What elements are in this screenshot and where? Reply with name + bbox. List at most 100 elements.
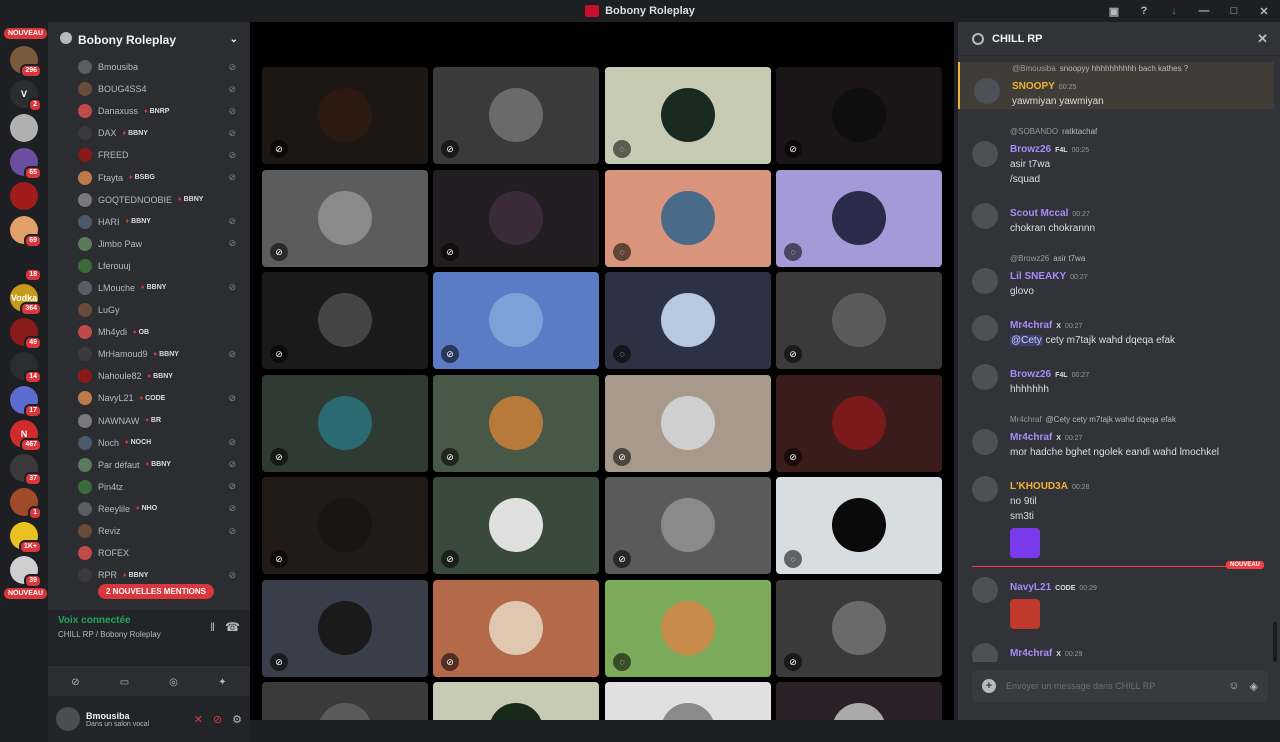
server-icon[interactable]: 1 — [10, 488, 42, 520]
reply-preview[interactable]: @Browz26 asir t7wa — [1010, 252, 1264, 266]
server-icon[interactable]: 14 — [10, 352, 42, 384]
participant-tile[interactable]: ⊘ — [433, 477, 599, 574]
close-window-icon[interactable]: ✕ — [1256, 3, 1272, 19]
author-name[interactable]: NavyL21 — [1010, 582, 1051, 593]
server-icon[interactable]: 17 — [10, 386, 42, 418]
server-icon[interactable]: N 467 — [10, 420, 42, 452]
voice-member[interactable]: Mh4ydi OB — [48, 321, 250, 343]
author-name[interactable]: Browz26 — [1010, 144, 1051, 155]
attach-plus-icon[interactable]: + — [982, 679, 996, 693]
composer-placeholder[interactable]: Envoyer un message dans CHILL RP — [1006, 681, 1155, 691]
server-icon[interactable]: Vodka 364 — [10, 284, 42, 316]
voice-member[interactable]: Noch NOCH ⊘ — [48, 432, 250, 454]
voice-status[interactable]: Voix connectée — [58, 615, 131, 626]
mute-mic-icon[interactable]: ✕ — [194, 713, 203, 726]
deafen-icon[interactable]: ⊘ — [213, 713, 222, 726]
participant-tile[interactable]: ⊘ — [433, 170, 599, 267]
user-name[interactable]: Bmousiba — [86, 711, 149, 721]
voice-member[interactable]: HARI BBNY ⊘ — [48, 211, 250, 233]
server-icon[interactable]: 69 — [10, 216, 42, 248]
avatar[interactable] — [972, 364, 998, 390]
participant-tile[interactable]: ◌ — [605, 580, 771, 677]
author-name[interactable]: Scout Mccal — [1010, 208, 1068, 219]
author-name[interactable]: SNOOPY — [1012, 81, 1055, 92]
server-icon[interactable]: 39 — [10, 556, 42, 588]
avatar[interactable] — [972, 577, 998, 603]
participant-tile[interactable]: ⊘ — [262, 272, 428, 369]
participant-tile[interactable]: ⊘ — [262, 477, 428, 574]
server-icon[interactable]: 1K+ — [10, 522, 42, 554]
avatar[interactable] — [974, 78, 1000, 104]
participant-tile[interactable]: ⊘ — [262, 375, 428, 472]
participant-tile[interactable]: ◌ — [605, 170, 771, 267]
reply-author[interactable]: @Browz26 — [1010, 254, 1049, 263]
participant-tile[interactable]: ⊘ — [776, 375, 942, 472]
avatar[interactable] — [972, 203, 998, 229]
scrollbar[interactable] — [1273, 622, 1277, 662]
sticker-image[interactable] — [1010, 528, 1040, 558]
voice-member[interactable]: Lferouuj — [48, 255, 250, 277]
server-icon[interactable]: 18 — [10, 250, 42, 282]
voice-channel-name[interactable]: CHILL RP / Bobony Roleplay — [58, 630, 161, 639]
voice-member[interactable]: ROFEX — [48, 542, 250, 564]
participant-tile[interactable] — [776, 682, 942, 720]
participant-tile[interactable]: ⊘ — [262, 580, 428, 677]
voice-member[interactable]: Bmousiba ⊘ — [48, 56, 250, 78]
avatar[interactable] — [972, 141, 998, 167]
voice-member[interactable]: Pin4tz ⊘ — [48, 476, 250, 498]
message-composer[interactable]: + Envoyer un message dans CHILL RP ☺ ◈ — [972, 670, 1268, 702]
reply-preview[interactable]: @Bmousiba snoopyy hhhhhhhhhh bach kathes … — [1012, 62, 1264, 76]
voice-member[interactable]: Nahoule82 BBNY — [48, 365, 250, 387]
server-icon[interactable]: V2 — [10, 80, 42, 112]
sticker-image[interactable] — [1010, 599, 1040, 629]
voice-member[interactable]: BOUG4SS4 ⊘ — [48, 78, 250, 100]
participant-tile[interactable]: ⊘ — [776, 272, 942, 369]
author-name[interactable]: Mr4chraf — [1010, 648, 1052, 659]
voice-member[interactable]: NavyL21 CODE ⊘ — [48, 387, 250, 409]
reply-author[interactable]: @SOBANDO — [1010, 127, 1058, 136]
participant-tile[interactable]: ⊘ — [433, 272, 599, 369]
reply-author[interactable]: Mr4chraf — [1010, 415, 1042, 424]
voice-member[interactable]: LMouche BBNY ⊘ — [48, 277, 250, 299]
participant-tile[interactable]: ⊘ — [605, 477, 771, 574]
participant-tile[interactable]: ⊘ — [262, 170, 428, 267]
voice-member[interactable]: Reviz ⊘ — [48, 520, 250, 542]
minimize-icon[interactable]: — — [1196, 3, 1212, 19]
reply-author[interactable]: @Bmousiba — [1012, 64, 1056, 73]
maximize-icon[interactable]: □ — [1226, 3, 1242, 19]
voice-member[interactable]: Danaxuss BNRP ⊘ — [48, 100, 250, 122]
participant-tile[interactable] — [433, 682, 599, 720]
server-icon[interactable]: 49 — [10, 318, 42, 350]
camera-button[interactable]: ⊘ — [54, 670, 97, 694]
screen-share-button[interactable]: ▭ — [103, 670, 146, 694]
user-mention[interactable]: @Cety — [1010, 335, 1043, 346]
avatar[interactable] — [972, 429, 998, 455]
voice-member[interactable]: RPR BBNY ⊘ — [48, 564, 250, 586]
participant-tile[interactable]: ◌ — [605, 67, 771, 164]
voice-member[interactable]: DAX BBNY ⊘ — [48, 122, 250, 144]
avatar[interactable] — [972, 476, 998, 502]
participant-tile[interactable]: ⊘ — [776, 67, 942, 164]
soundboard-button[interactable]: ✦ — [201, 670, 244, 694]
emoji-icon[interactable]: ☺ — [1228, 680, 1239, 693]
voice-member[interactable]: FREED ⊘ — [48, 144, 250, 166]
avatar[interactable] — [972, 315, 998, 341]
server-icon[interactable]: 296 — [10, 46, 42, 78]
author-name[interactable]: Mr4chraf — [1010, 320, 1052, 331]
voice-member[interactable]: MrHamoud9 BBNY ⊘ — [48, 343, 250, 365]
settings-gear-icon[interactable]: ⚙ — [232, 713, 242, 726]
voice-member[interactable]: GOQTEDNOOBIE BBNY — [48, 189, 250, 211]
participant-tile[interactable] — [605, 682, 771, 720]
participant-tile[interactable]: ⊘ — [433, 580, 599, 677]
server-icon[interactable]: 65 — [10, 148, 42, 180]
author-name[interactable]: L'KHOUD3A — [1010, 481, 1068, 492]
voice-member[interactable]: Ftayta BSBG ⊘ — [48, 166, 250, 188]
gamepad-icon[interactable]: ◈ — [1250, 680, 1258, 693]
server-header[interactable]: Bobony Roleplay ⌄ — [48, 22, 250, 56]
noise-suppression-icon[interactable]: ‖ — [210, 620, 215, 634]
participant-tile[interactable]: ◌ — [605, 272, 771, 369]
author-name[interactable]: Mr4chraf — [1010, 432, 1052, 443]
participant-tile[interactable]: ⊘ — [433, 67, 599, 164]
voice-member[interactable]: Jimbo Paw ⊘ — [48, 233, 250, 255]
server-icon[interactable] — [10, 182, 38, 210]
